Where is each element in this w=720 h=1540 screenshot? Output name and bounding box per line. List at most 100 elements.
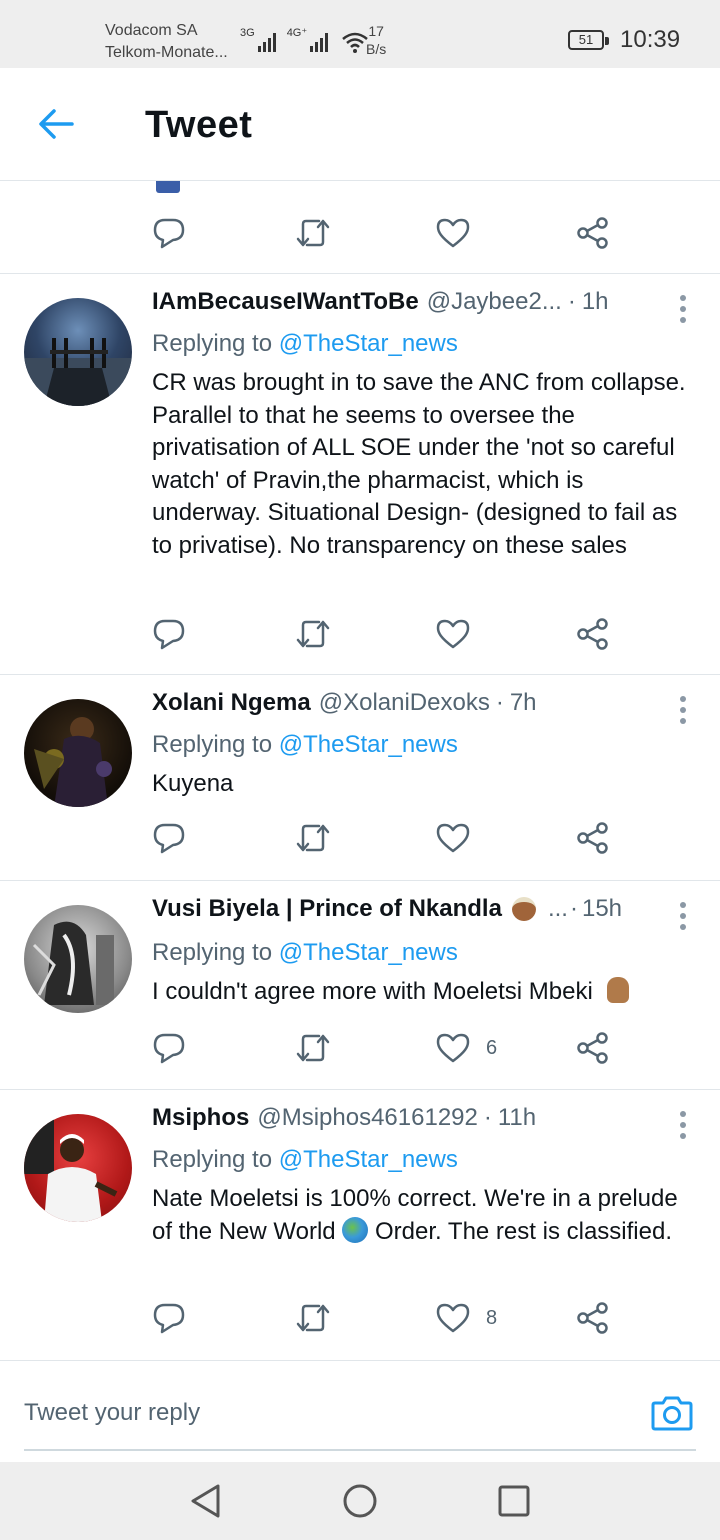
retweet-button[interactable]: [295, 1300, 331, 1336]
tweet-actions: [152, 215, 622, 251]
network-speed-unit: B/s: [366, 41, 387, 57]
tweet-item[interactable]: Msiphos @Msiphos46161292 · 11h Replying …: [0, 1090, 720, 1361]
mention-link[interactable]: @TheStar_news: [279, 731, 458, 758]
reply-icon: [153, 619, 185, 650]
retweet-icon: [296, 219, 330, 247]
like-button[interactable]: [436, 616, 486, 652]
tweet-actions: 6: [152, 1030, 622, 1066]
signal-icon: [257, 33, 276, 52]
mention-link[interactable]: @TheStar_news: [279, 1146, 458, 1173]
more-options-icon[interactable]: [678, 1110, 688, 1140]
display-name[interactable]: Msiphos: [152, 1104, 249, 1132]
avatar[interactable]: [24, 1114, 132, 1222]
network-speed-value: 17: [368, 23, 384, 39]
more-options-icon[interactable]: [678, 901, 688, 931]
tweet-actions: [152, 820, 622, 856]
heart-icon: [436, 823, 470, 853]
carrier-info: Vodacom SA Telkom-Monate...: [105, 20, 228, 64]
tweet-actions: 8: [152, 1300, 622, 1336]
tweet-item[interactable]: IAmBecauseIWantToBe @Jaybee2... · 1h Rep…: [0, 274, 720, 675]
timestamp: 11h: [497, 1104, 537, 1131]
like-button[interactable]: 6: [436, 1030, 497, 1066]
like-button[interactable]: [436, 820, 486, 856]
reply-button[interactable]: [152, 1300, 186, 1336]
tweet-feed[interactable]: IAmBecauseIWantToBe @Jaybee2... · 1h Rep…: [0, 181, 720, 1361]
reply-icon: [153, 823, 185, 854]
replying-to: Replying to @TheStar_news: [152, 330, 458, 358]
like-button[interactable]: [436, 215, 470, 251]
reply-button[interactable]: [152, 616, 186, 652]
reply-button[interactable]: [152, 820, 186, 856]
tweet-header: Vusi Biyela | Prince of Nkandla ... · 15…: [152, 895, 640, 923]
more-options-icon[interactable]: [678, 695, 688, 725]
retweet-button[interactable]: [295, 1030, 331, 1066]
reply-icon: [153, 1033, 185, 1064]
separator: ·: [495, 689, 504, 716]
nav-home-icon[interactable]: [342, 1482, 378, 1520]
nav-back-icon[interactable]: [188, 1482, 224, 1520]
carrier-2: Telkom-Monate...: [105, 44, 228, 61]
timestamp: 1h: [581, 288, 609, 315]
mention-link[interactable]: @TheStar_news: [279, 939, 458, 966]
tweet-header: Msiphos @Msiphos46161292 · 11h: [152, 1104, 650, 1132]
heart-icon: [436, 619, 470, 649]
replying-prefix: Replying to: [152, 1146, 273, 1173]
share-button[interactable]: [576, 1300, 610, 1336]
user-handle[interactable]: ...: [548, 895, 568, 923]
user-handle[interactable]: @XolaniDexoks: [319, 689, 490, 717]
carrier-1: Vodacom SA: [105, 22, 198, 39]
tweet-header: Xolani Ngema @XolaniDexoks · 7h: [152, 689, 650, 717]
nav-recent-apps-icon[interactable]: [496, 1482, 532, 1520]
avatar-image: [34, 717, 112, 807]
timestamp: 7h: [509, 689, 537, 716]
tweet-header: IAmBecauseIWantToBe @Jaybee2... · 1h: [152, 288, 650, 316]
mention-link[interactable]: @TheStar_news: [279, 330, 458, 357]
share-button[interactable]: [576, 215, 610, 251]
display-name[interactable]: Vusi Biyela | Prince of Nkandla: [152, 895, 502, 923]
tweet-text-part-2: Order. The rest is classified.: [374, 1217, 672, 1245]
retweet-button[interactable]: [295, 215, 331, 251]
display-name[interactable]: IAmBecauseIWantToBe: [152, 288, 419, 316]
avatar[interactable]: [24, 905, 132, 1013]
tweet-item[interactable]: Vusi Biyela | Prince of Nkandla ... · 15…: [0, 881, 720, 1090]
wifi-icon: [342, 32, 368, 53]
tweet-item[interactable]: Xolani Ngema @XolaniDexoks · 7h Replying…: [0, 675, 720, 881]
back-arrow-icon[interactable]: [38, 108, 74, 140]
share-button[interactable]: [576, 820, 610, 856]
avatar[interactable]: [24, 699, 132, 807]
tweet-actions: [152, 616, 622, 652]
retweet-icon: [296, 620, 330, 648]
retweet-icon: [296, 1034, 330, 1062]
share-button[interactable]: [576, 616, 610, 652]
separator: ·: [569, 895, 578, 922]
signal-indicators: 3G 4G⁺: [240, 26, 369, 53]
system-nav-bar: [0, 1462, 720, 1540]
reply-button[interactable]: [152, 1030, 186, 1066]
input-underline: [24, 1449, 696, 1451]
retweet-button[interactable]: [295, 820, 331, 856]
reply-composer: Tweet your reply: [0, 1360, 720, 1461]
replying-prefix: Replying to: [152, 939, 273, 966]
avatar[interactable]: [24, 298, 132, 406]
replying-prefix: Replying to: [152, 731, 273, 758]
retweet-icon: [296, 1304, 330, 1332]
display-name[interactable]: Xolani Ngema: [152, 689, 311, 717]
avatar-image: [24, 1114, 118, 1222]
user-handle[interactable]: @Jaybee2...: [427, 288, 562, 316]
heart-icon: [436, 1303, 470, 1333]
reply-input[interactable]: Tweet your reply: [24, 1399, 200, 1427]
retweet-button[interactable]: [295, 616, 331, 652]
share-button[interactable]: [576, 1030, 610, 1066]
like-button[interactable]: 8: [436, 1300, 497, 1336]
user-handle[interactable]: @Msiphos46161292: [257, 1104, 478, 1132]
reply-button[interactable]: [152, 215, 186, 251]
network-4g-label: 4G⁺: [286, 27, 308, 39]
separator: ·: [567, 288, 576, 315]
avatar-image: [32, 921, 114, 1005]
heart-icon: [436, 1033, 470, 1063]
share-icon: [577, 217, 608, 249]
more-options-icon[interactable]: [678, 294, 688, 324]
camera-icon[interactable]: [650, 1391, 694, 1435]
reply-icon: [153, 1303, 185, 1334]
like-count: 6: [486, 1036, 498, 1059]
